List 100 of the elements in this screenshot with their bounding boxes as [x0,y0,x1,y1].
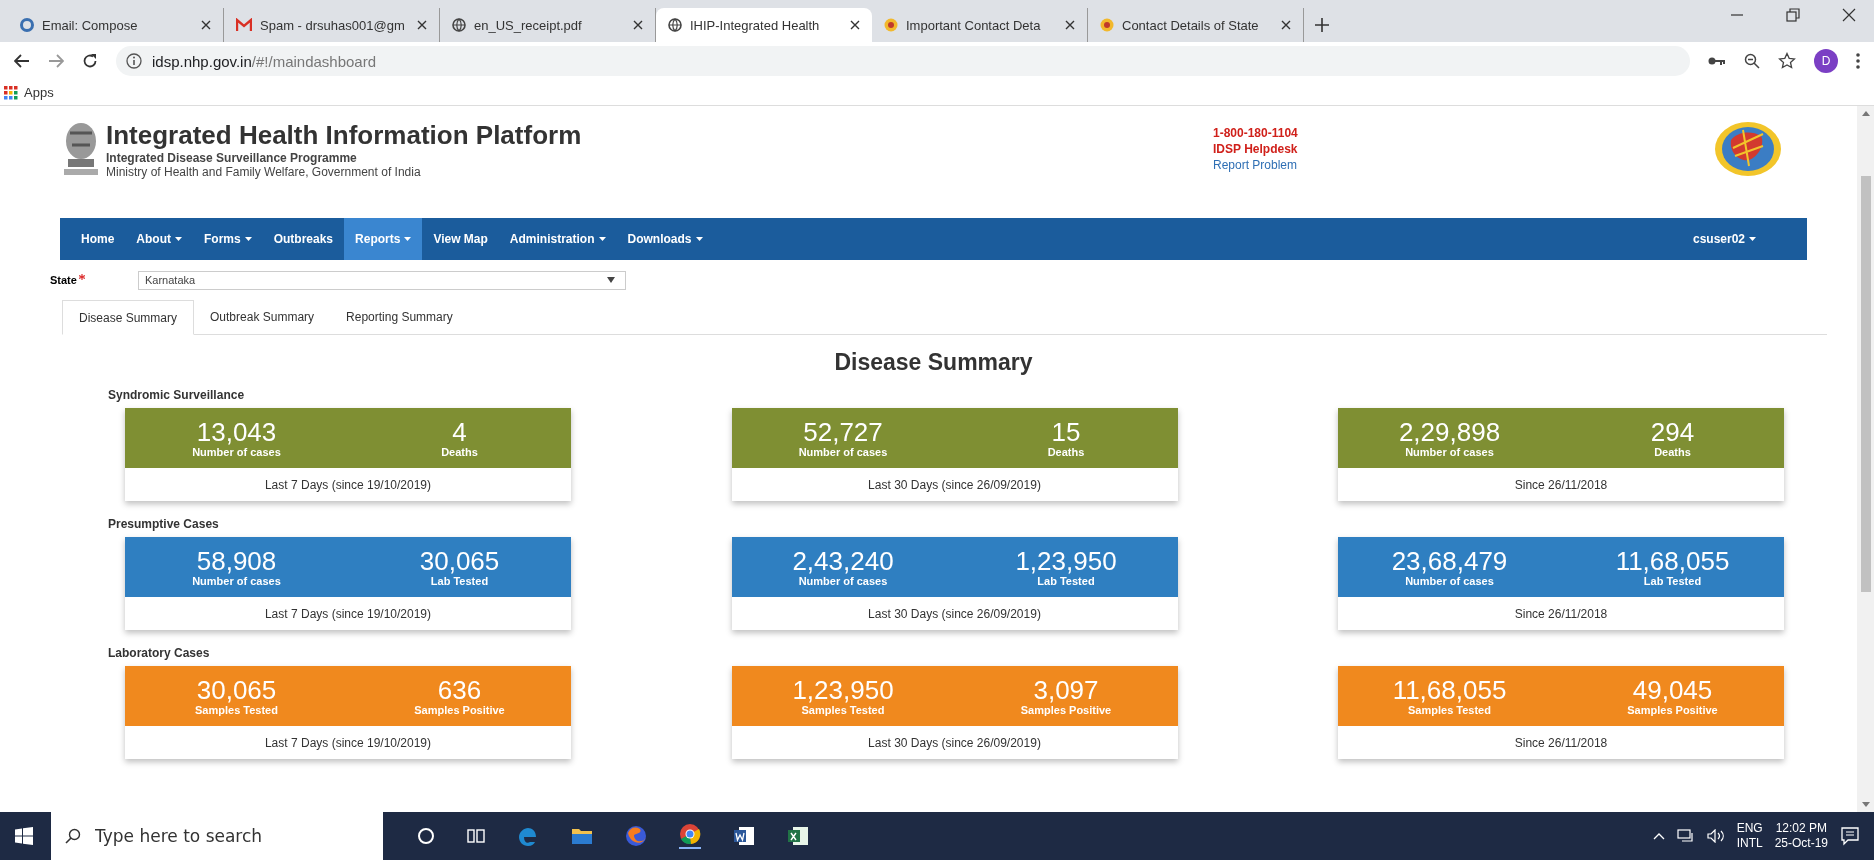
close-icon[interactable] [633,20,643,30]
stat-value: 52,727 [802,418,884,446]
stat-value: 49,045 [1631,676,1714,704]
close-icon[interactable] [1281,20,1291,30]
chevron-up-icon[interactable] [1652,832,1665,840]
star-icon[interactable] [1778,52,1796,70]
summary-tab[interactable]: Outbreak Summary [194,300,331,334]
stat-value: 4 [451,418,468,446]
dropdown-arrow-icon [607,277,615,283]
fox-globe-icon[interactable] [625,825,647,847]
envelope-icon [236,18,252,32]
reload-icon[interactable] [82,53,98,69]
stat-value: 23,68,479 [1390,547,1509,575]
stat-label: Samples Positive [1019,704,1113,716]
bookmark[interactable]: Apps [4,85,54,100]
x-spreadsheet-icon[interactable] [787,825,809,847]
key-icon[interactable] [1708,55,1726,67]
section-title: Laboratory Cases [108,646,211,660]
helpdesk-label: IDSP Helpdesk [1213,141,1299,157]
period-label: Last 30 Days (since 26/09/2019) [867,476,1042,494]
period-label: Last 7 Days (since 19/10/2019) [263,476,433,494]
stat-value: 2,29,898 [1397,418,1502,446]
nav-item[interactable]: View Map [422,218,499,260]
summary-tab[interactable]: Reporting Summary [330,300,469,334]
w-document-icon[interactable] [733,825,755,847]
address-bar[interactable]: idsp.nhp.gov.in/#!/maindashboard [116,46,1690,76]
chrome-logo-icon[interactable] [679,823,701,849]
taskbar-search-field[interactable]: Type here to search [51,812,383,860]
close-icon[interactable] [201,20,211,30]
folder-icon[interactable] [571,826,593,846]
more-icon[interactable] [1856,53,1860,69]
stat-value: 30,065 [418,547,501,575]
browser-tab[interactable]: IHIP-Integrated Health [656,8,872,42]
globe-icon [452,18,466,32]
language-indicator[interactable]: ENG INTL [1736,821,1763,851]
state-label: State [50,274,138,286]
task-view-icon[interactable] [467,827,485,845]
network-icon[interactable] [1676,829,1695,843]
nav-item[interactable]: Downloads [616,218,714,260]
stat-label: Number of cases [797,446,889,458]
nav-item[interactable]: Outbreaks [262,218,345,260]
state-dropdown[interactable]: Karnataka [138,270,626,290]
speaker-icon[interactable] [1706,829,1725,843]
stat-label: Deaths [1046,446,1086,458]
period-label: Last 7 Days (since 19/10/2019) [263,734,433,752]
scrollbar[interactable] [1857,106,1874,812]
period-label: Since 26/11/2018 [1513,734,1609,752]
period-label: Last 30 Days (since 26/09/2019) [867,605,1042,623]
period-label: Last 7 Days (since 19/10/2019) [263,605,433,623]
apps-grid-icon [4,85,18,100]
stat-label: Number of cases [191,446,282,458]
ministry-name: Ministry of Health and Family Welfare, Government of India [106,164,422,179]
stat-label: Number of cases [1404,446,1495,458]
stat-value: 1,23,950 [791,676,895,704]
stat-value: 294 [1649,418,1696,446]
info-icon [126,53,142,69]
period-label: Since 26/11/2018 [1513,476,1609,494]
e-letter-icon[interactable] [517,825,539,847]
scrollbar-thumb[interactable] [1860,176,1871,592]
site-title: Integrated Health Information Platform [106,119,583,151]
nav-item[interactable]: About [125,218,193,260]
nav-item[interactable]: Home [70,218,126,260]
globe-logo-drawing [1713,120,1783,178]
report-problem-link[interactable]: Report Problem [1213,158,1298,172]
stat-label: Lab Tested [1036,575,1096,587]
scroll-down-icon [1861,802,1870,808]
section-title: Presumptive Cases [108,517,220,531]
stat-label: Lab Tested [1642,575,1703,587]
stat-value: 13,043 [195,418,278,446]
nav-item[interactable]: Administration [498,218,617,260]
summary-tab[interactable]: Disease Summary [62,300,195,335]
forward-arrow-icon[interactable] [48,54,64,68]
stat-label: Samples Positive [1626,704,1719,716]
plus-icon[interactable] [1314,17,1330,33]
page-heading: Disease Summary [833,349,1034,376]
stat-value: 3,097 [1032,676,1100,704]
windows-logo-icon[interactable] [15,827,33,845]
stat-value: 1,23,950 [1014,547,1118,575]
close-icon[interactable] [417,20,427,30]
profile-avatar[interactable]: D [1814,49,1838,73]
stat-value: 11,68,055 [1614,547,1731,575]
close-icon[interactable] [1842,8,1856,22]
back-arrow-icon[interactable] [14,54,30,68]
ring-icon [20,18,34,32]
user-menu[interactable]: csuser02 [1681,218,1767,260]
nav-item[interactable]: Reports [344,218,423,260]
period-label: Last 30 Days (since 26/09/2019) [867,734,1042,752]
zoom-icon[interactable] [1744,53,1760,69]
restore-icon[interactable] [1786,8,1800,22]
stat-value: 11,68,055 [1391,676,1508,704]
stat-label: Samples Positive [413,704,506,716]
clock[interactable]: 12:02 PM 25-Oct-19 [1774,821,1828,851]
close-icon[interactable] [1065,20,1075,30]
stat-value: 2,43,240 [791,547,895,575]
notification-icon[interactable] [1840,826,1860,846]
circle-icon[interactable] [417,827,435,845]
stat-value: 636 [436,676,483,704]
stat-label: Number of cases [797,575,889,587]
nav-item[interactable]: Forms [193,218,263,260]
close-icon[interactable] [850,20,860,30]
